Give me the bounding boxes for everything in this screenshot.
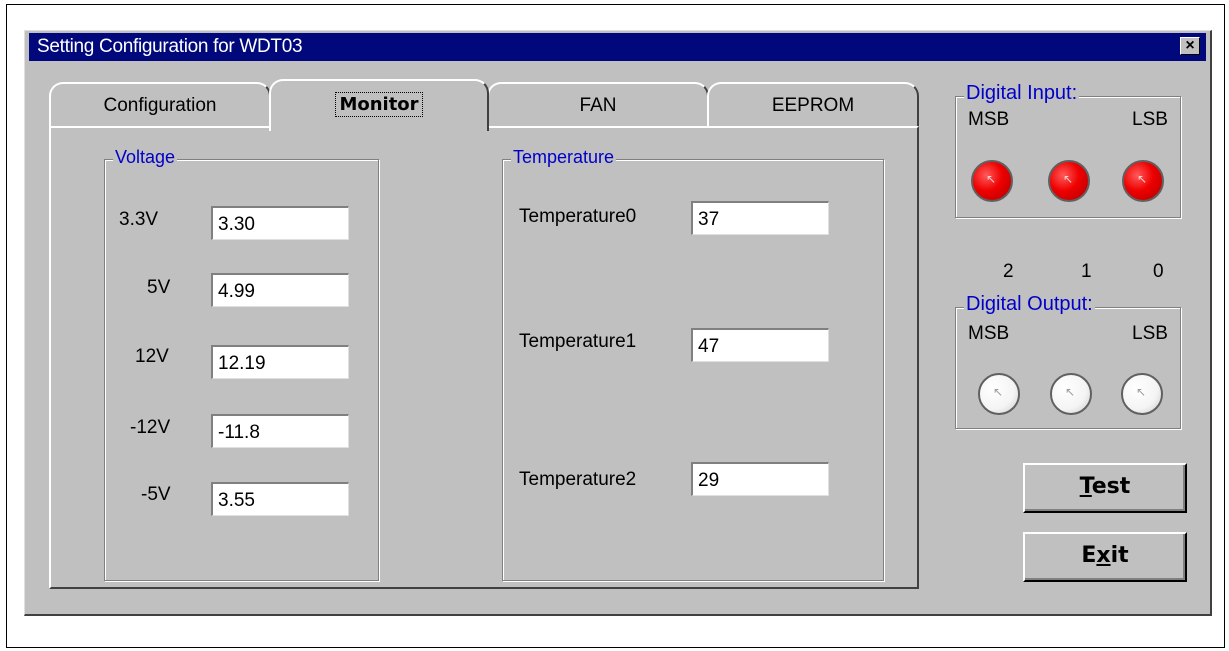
exit-button[interactable]: Exit [1023, 532, 1187, 582]
digital-output-lsb-label: LSB [1132, 323, 1168, 344]
temperature-field-0[interactable]: 37 [691, 201, 829, 235]
tab-eeprom[interactable]: EEPROM [707, 82, 919, 126]
digital-output-msb-label: MSB [968, 323, 1010, 344]
bit-label-0: 0 [1153, 261, 1164, 282]
digital-output-group: Digital Output: MSB LSB ↖ ↖ ↖ [955, 293, 1181, 429]
temperature-label-1: Temperature1 [519, 331, 637, 352]
test-button-mnemonic: T [1079, 474, 1092, 499]
test-button[interactable]: Test [1023, 463, 1187, 513]
window-title: Setting Configuration for WDT03 [37, 36, 303, 57]
temperature-group-title: Temperature [511, 147, 617, 168]
led-glyph-icon: ↖ [1136, 385, 1147, 399]
tab-fan-label: FAN [579, 95, 617, 116]
voltage-label-3v3: 3.3V [119, 209, 159, 230]
digital-input-led-1: ↖ [1048, 160, 1090, 202]
digital-output-led-0[interactable]: ↖ [1121, 373, 1163, 415]
digital-output-led-1[interactable]: ↖ [1050, 373, 1092, 415]
digital-input-title: Digital Input: [964, 82, 1080, 105]
temperature-field-1[interactable]: 47 [691, 328, 829, 362]
tab-eeprom-label: EEPROM [771, 95, 855, 116]
temperature-label-2: Temperature2 [519, 469, 637, 490]
voltage-label-neg12v: -12V [130, 417, 171, 438]
tab-fan[interactable]: FAN [487, 82, 709, 126]
led-glyph-icon: ↖ [986, 172, 997, 186]
led-glyph-icon: ↖ [1065, 385, 1076, 399]
bit-label-1: 1 [1081, 261, 1092, 282]
voltage-field-neg5v[interactable]: 3.55 [211, 482, 349, 516]
digital-input-led-2: ↖ [971, 160, 1013, 202]
voltage-field-5v[interactable]: 4.99 [211, 273, 349, 307]
digital-input-msb-label: MSB [968, 109, 1010, 130]
temperature-label-0: Temperature0 [519, 206, 637, 227]
settings-dialog: Setting Configuration for WDT03 × Config… [24, 30, 1212, 616]
close-icon: × [1185, 37, 1195, 54]
voltage-label-12v: 12V [135, 346, 169, 367]
voltage-group-title: Voltage [113, 147, 178, 168]
test-button-suffix: est [1091, 474, 1131, 499]
tab-monitor[interactable]: Monitor [269, 79, 489, 131]
monitor-tab-panel: Voltage 3.3V 3.30 5V 4.99 12V 12.19 -12V… [49, 126, 919, 589]
digital-input-led-0: ↖ [1122, 160, 1164, 202]
led-glyph-icon: ↖ [1063, 172, 1074, 186]
exit-button-prefix: E [1081, 543, 1097, 568]
close-button[interactable]: × [1180, 37, 1200, 55]
voltage-group: Voltage 3.3V 3.30 5V 4.99 12V 12.19 -12V… [104, 147, 379, 581]
bit-label-2: 2 [1003, 261, 1014, 282]
exit-button-suffix: it [1110, 543, 1129, 568]
led-glyph-icon: ↖ [1137, 172, 1148, 186]
voltage-label-neg5v: -5V [141, 484, 171, 505]
title-bar: Setting Configuration for WDT03 × [29, 33, 1206, 61]
voltage-field-3v3[interactable]: 3.30 [211, 206, 349, 240]
digital-input-group: Digital Input: MSB LSB ↖ ↖ ↖ [955, 82, 1181, 218]
temperature-field-2[interactable]: 29 [691, 462, 829, 496]
exit-button-mnemonic: x [1096, 543, 1111, 568]
voltage-field-neg12v[interactable]: -11.8 [211, 414, 349, 448]
digital-output-led-2[interactable]: ↖ [978, 373, 1020, 415]
tab-configuration-label: Configuration [103, 95, 217, 116]
tab-monitor-label: Monitor [335, 92, 423, 117]
voltage-field-12v[interactable]: 12.19 [211, 345, 349, 379]
tab-configuration[interactable]: Configuration [49, 82, 271, 126]
digital-output-title: Digital Output: [964, 293, 1095, 316]
led-glyph-icon: ↖ [993, 385, 1004, 399]
voltage-label-5v: 5V [147, 277, 171, 298]
digital-input-lsb-label: LSB [1132, 109, 1168, 130]
temperature-group: Temperature Temperature0 37 Temperature1… [502, 147, 884, 581]
